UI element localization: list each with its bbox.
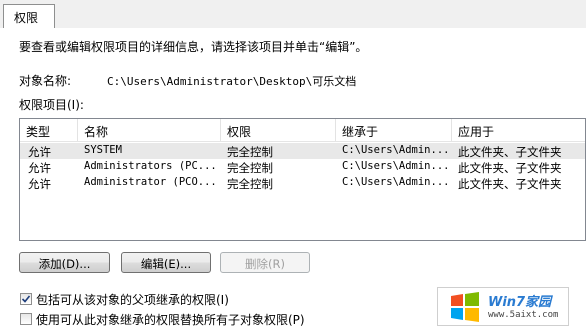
- tab-permissions-label: 权限: [14, 11, 39, 25]
- edit-button[interactable]: 编辑(E)...: [121, 252, 211, 273]
- column-header-applies-to[interactable]: 应用于: [452, 119, 585, 141]
- column-header-permission[interactable]: 权限: [221, 119, 336, 141]
- inherit-permissions-checkbox[interactable]: [20, 293, 32, 305]
- table-row[interactable]: 允许 Administrators (PC... 完全控制 C:\Users\A…: [20, 159, 585, 175]
- table-row[interactable]: 允许 SYSTEM 完全控制 C:\Users\Admin... 此文件夹、子文…: [20, 143, 585, 159]
- list-header: 类型 名称 权限 继承于 应用于: [20, 119, 585, 142]
- checkmark-icon: [21, 295, 31, 303]
- row-inherited-from: C:\Users\Admin...: [342, 160, 450, 172]
- column-header-name[interactable]: 名称: [78, 119, 221, 141]
- row-type: 允许: [28, 145, 51, 159]
- watermark-brand: Win7家园: [488, 295, 552, 310]
- object-name-value: C:\Users\Administrator\Desktop\可乐文档: [107, 75, 357, 88]
- row-applies-to: 此文件夹、子文件夹: [458, 161, 562, 175]
- replace-child-permissions-checkbox[interactable]: [20, 313, 32, 325]
- column-header-inherited-from[interactable]: 继承于: [336, 119, 452, 141]
- object-name-label: 对象名称:: [19, 74, 72, 88]
- tab-strip: 权限: [0, 0, 586, 29]
- row-name: Administrators (PC...: [84, 160, 217, 172]
- row-applies-to: 此文件夹、子文件夹: [458, 177, 562, 191]
- remove-button[interactable]: 删除(R): [220, 252, 310, 273]
- row-permission: 完全控制: [227, 161, 273, 175]
- row-applies-to: 此文件夹、子文件夹: [458, 145, 562, 159]
- row-inherited-from: C:\Users\Admin...: [342, 176, 450, 188]
- permission-entries-list[interactable]: 类型 名称 权限 继承于 应用于 允许 SYSTEM 完全控制 C:\Users…: [19, 118, 586, 241]
- replace-child-permissions-label: 使用可从此对象继承的权限替换所有子对象权限(P): [36, 313, 305, 327]
- watermark-logo: Win7家园 www.5aixt.com: [437, 287, 569, 326]
- row-name: SYSTEM: [84, 144, 122, 156]
- inherit-permissions-label: 包括可从该对象的父项继承的权限(I): [36, 293, 229, 307]
- instruction-text: 要查看或编辑权限项目的详细信息，请选择该项目并单击“编辑”。: [19, 40, 368, 54]
- column-header-type[interactable]: 类型: [20, 119, 78, 141]
- add-button[interactable]: 添加(D)...: [19, 252, 110, 273]
- row-type: 允许: [28, 177, 51, 191]
- row-permission: 完全控制: [227, 177, 273, 191]
- watermark-url: www.5aixt.com: [488, 310, 559, 320]
- row-type: 允许: [28, 161, 51, 175]
- table-row[interactable]: 允许 Administrator (PCO... 完全控制 C:\Users\A…: [20, 175, 585, 191]
- row-name: Administrator (PCO...: [84, 176, 217, 188]
- row-inherited-from: C:\Users\Admin...: [342, 144, 450, 156]
- permission-entries-label: 权限项目(I):: [19, 98, 84, 112]
- windows-flag-icon: [451, 292, 479, 322]
- row-permission: 完全控制: [227, 145, 273, 159]
- tab-permissions[interactable]: 权限: [3, 4, 55, 28]
